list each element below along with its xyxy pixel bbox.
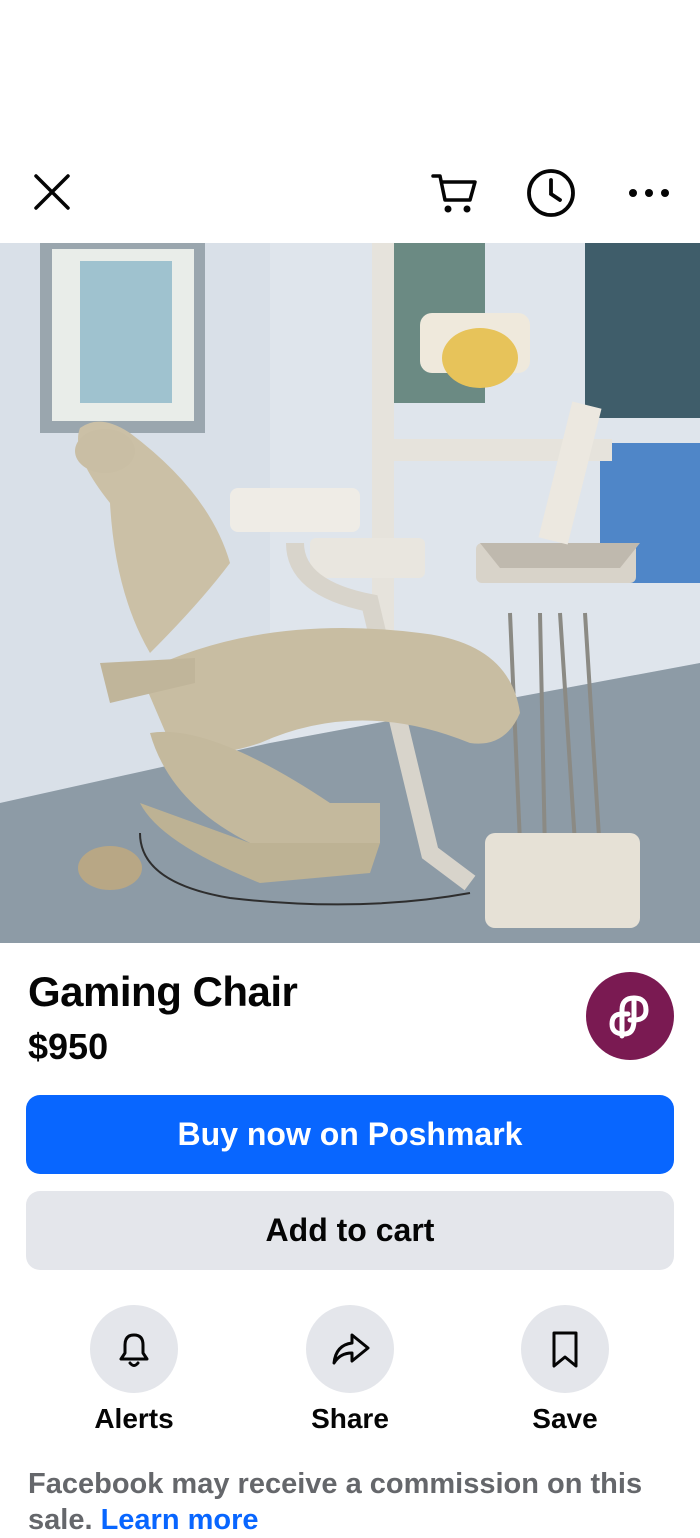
alerts-action[interactable]: Alerts (69, 1305, 199, 1435)
more-options-button[interactable] (616, 160, 682, 226)
buy-now-button[interactable]: Buy now on Poshmark (26, 1095, 674, 1174)
add-to-cart-button[interactable]: Add to cart (26, 1191, 674, 1270)
listing-photo[interactable] (0, 243, 700, 943)
dental-chair-image (0, 243, 700, 943)
cart-button[interactable] (422, 160, 488, 226)
close-button[interactable] (20, 160, 84, 224)
share-circle[interactable] (306, 1305, 394, 1393)
bell-icon (119, 1333, 149, 1367)
save-action[interactable]: Save (500, 1305, 630, 1435)
share-label: Share (311, 1403, 389, 1434)
close-icon (34, 174, 70, 210)
listing-price: $950 (28, 1026, 109, 1067)
alerts-circle[interactable] (90, 1305, 178, 1393)
clock-icon (527, 169, 575, 217)
more-horizontal-icon (629, 189, 669, 197)
top-bar (0, 150, 700, 230)
save-label: Save (532, 1403, 598, 1434)
learn-more-link[interactable]: Learn more (101, 1504, 259, 1536)
history-button[interactable] (518, 160, 584, 226)
poshmark-logo-icon (609, 995, 649, 1039)
commission-disclaimer: Facebook may receive a commission on thi… (28, 1466, 678, 1538)
share-arrow-icon (332, 1333, 370, 1365)
poshmark-logo[interactable] (586, 972, 674, 1060)
alerts-label: Alerts (94, 1403, 174, 1434)
save-circle[interactable] (521, 1305, 609, 1393)
cart-icon (431, 174, 477, 213)
listing-title: Gaming Chair (28, 968, 298, 1015)
bookmark-icon (552, 1331, 578, 1368)
share-action[interactable]: Share (285, 1305, 415, 1435)
